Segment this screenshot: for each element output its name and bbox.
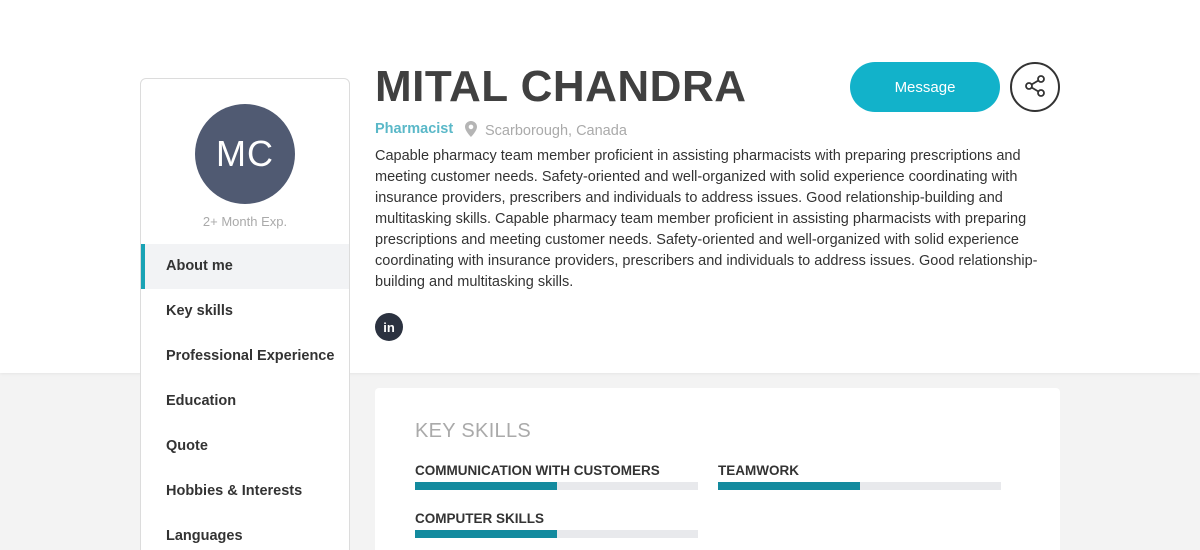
skill-bar-fill <box>415 482 557 490</box>
experience-label: 2+ Month Exp. <box>202 214 288 229</box>
sidebar-item-key-skills[interactable]: Key skills <box>141 289 349 334</box>
map-pin-icon <box>465 121 477 141</box>
sidebar-item-professional-experience[interactable]: Professional Experience <box>141 334 349 379</box>
share-icon <box>1023 74 1047 101</box>
skill-bar-fill <box>718 482 860 490</box>
skill-name: Computer skills <box>415 511 545 526</box>
key-skills-card: KEY SKILLS Communication with customers … <box>375 388 1060 550</box>
sidebar-item-languages[interactable]: Languages <box>141 514 349 550</box>
sidebar-item-hobbies[interactable]: Hobbies & Interests <box>141 469 349 514</box>
skill-item: Communication with customers <box>415 463 698 490</box>
sidebar-item-about-me[interactable]: About me <box>141 244 349 289</box>
profile-bio: Capable pharmacy team member proficient … <box>375 148 1038 290</box>
skill-bar <box>415 530 698 538</box>
location-text: Scarborough, Canada <box>485 123 627 139</box>
skill-name: Communication with customers <box>415 463 660 478</box>
profile-sidebar: MC 2+ Month Exp. About me Key skills Pro… <box>140 78 350 550</box>
avatar: MC <box>195 104 295 204</box>
skill-bar-fill <box>415 530 557 538</box>
skill-item: Teamwork <box>718 463 1001 490</box>
profile-location: Scarborough, Canada <box>465 121 627 141</box>
linkedin-icon[interactable]: in <box>375 313 403 341</box>
skill-bar <box>718 482 1001 490</box>
share-button[interactable] <box>1010 62 1060 112</box>
profile-role: Pharmacist <box>375 121 454 137</box>
skill-item: Computer skills <box>415 511 698 538</box>
profile-name: MITAL CHANDRA <box>375 62 747 111</box>
message-button[interactable]: Message <box>850 62 1000 112</box>
sidebar-nav: About me Key skills Professional Experie… <box>141 244 349 550</box>
skill-bar <box>415 482 698 490</box>
key-skills-title: KEY SKILLS <box>415 420 532 442</box>
skill-name: Teamwork <box>718 463 799 478</box>
sidebar-item-quote[interactable]: Quote <box>141 424 349 469</box>
sidebar-item-education[interactable]: Education <box>141 379 349 424</box>
